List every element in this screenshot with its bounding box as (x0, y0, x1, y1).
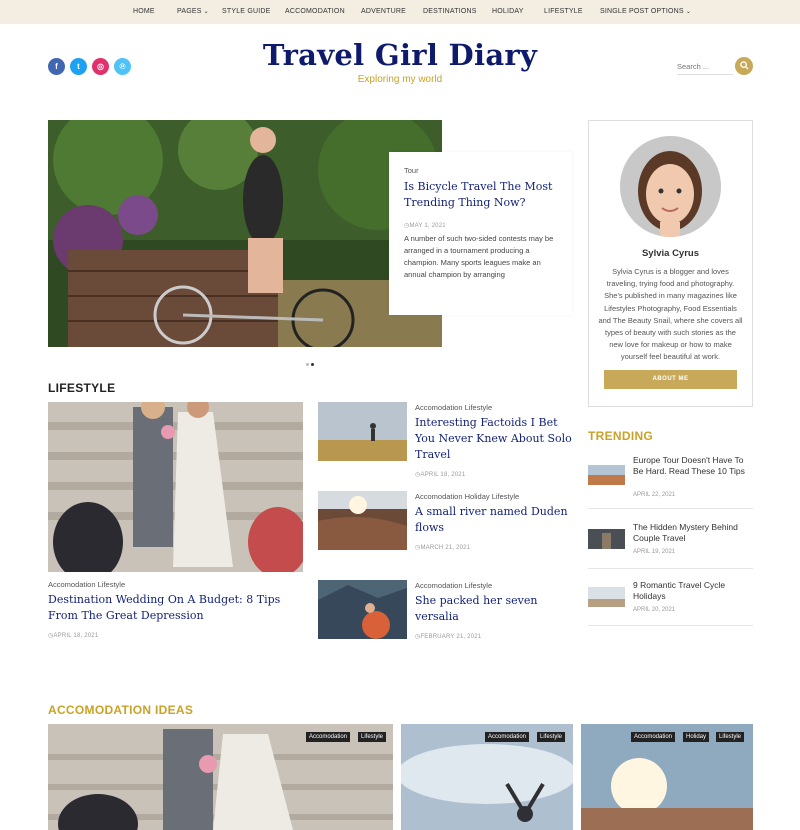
post-thumbnail[interactable] (318, 580, 407, 639)
post-title[interactable]: A small river named Duden flows (415, 504, 580, 536)
post-meta: Accomodation Holiday Lifestyle A small r… (415, 492, 580, 551)
pinterest-icon[interactable]: ℗ (114, 58, 131, 75)
instagram-icon[interactable]: ◎ (92, 58, 109, 75)
slider-dots (306, 353, 316, 371)
hero-post-card: Tour Is Bicycle Travel The Most Trending… (389, 152, 572, 315)
post-thumbnail[interactable] (318, 402, 407, 461)
post-thumbnail[interactable] (318, 491, 407, 550)
post-excerpt: A number of such two-sided contests may … (404, 234, 554, 279)
post-date: ◷APRIL 18, 2021 (48, 633, 99, 639)
search-input[interactable] (677, 59, 733, 75)
trending-thumbnail[interactable] (588, 587, 625, 607)
search-button[interactable] (735, 57, 753, 75)
hero-post-title[interactable]: Is Bicycle Travel The Most Trending Thin… (404, 179, 557, 211)
post-categories[interactable]: Accomodation Lifestyle (415, 581, 580, 590)
accomodation-heading: ACCOMODATION IDEAS (48, 703, 194, 717)
post-title[interactable]: She packed her seven versalia (415, 593, 580, 625)
chevron-down-icon: ⌄ (203, 9, 209, 15)
post-categories[interactable]: Accomodation Lifestyle (415, 403, 580, 412)
featured-post-image[interactable] (48, 402, 303, 572)
card-tag[interactable]: Lifestyle (358, 732, 387, 742)
post-date: ◷FEBRUARY 21, 2021 (415, 634, 482, 640)
post-meta: Accomodation Lifestyle She packed her se… (415, 581, 580, 640)
nav-item-style-guide[interactable]: STYLE GUIDE (222, 0, 271, 24)
top-navigation: HOME PAGES ⌄ STYLE GUIDE ACCOMODATION ADV… (0, 0, 800, 24)
nav-item-adventure[interactable]: ADVENTURE (361, 0, 406, 24)
post-meta: Accomodation Lifestyle Interesting Facto… (415, 403, 580, 478)
chevron-down-icon: ⌄ (685, 9, 692, 15)
nav-item-home[interactable]: HOME (133, 0, 155, 24)
trending-item[interactable]: 9 Romantic Travel Cycle Holidays APRIL 2… (588, 578, 753, 626)
lifestyle-heading: LIFESTYLE (48, 381, 116, 395)
trending-thumbnail[interactable] (588, 529, 625, 549)
trending-thumbnail[interactable] (588, 465, 625, 485)
card-tag[interactable]: Lifestyle (716, 732, 745, 742)
trending-title[interactable]: The Hidden Mystery Behind Couple Travel (633, 522, 753, 544)
nav-menu: HOME PAGES ⌄ STYLE GUIDE ACCOMODATION ADV… (0, 0, 800, 24)
trending-date: APRIL 19, 2021 (633, 549, 676, 555)
nav-item-destinations[interactable]: DESTINATIONS (423, 0, 477, 24)
post-date: ◷MAY 1, 2021 (404, 223, 446, 229)
nav-item-accomodation[interactable]: ACCOMODATION (285, 0, 345, 24)
featured-post-meta: Accomodation Lifestyle Destination Weddi… (48, 580, 303, 639)
trending-heading: TRENDING (588, 429, 654, 443)
slider-dot-active[interactable] (311, 363, 314, 366)
site-title[interactable]: Travel Girl Diary (200, 38, 600, 72)
facebook-icon[interactable]: f (48, 58, 65, 75)
card-tag[interactable]: Accomodation (631, 732, 676, 742)
post-date: ◷MARCH 21, 2021 (415, 545, 471, 551)
slider-dot[interactable] (306, 363, 309, 366)
trending-date: APRIL 20, 2021 (633, 607, 676, 613)
trending-title[interactable]: Europe Tour Doesn't Have To Be Hard. Rea… (633, 455, 753, 477)
about-me-button[interactable]: ABOUT ME (604, 370, 737, 389)
nav-item-pages[interactable]: PAGES ⌄ (177, 0, 209, 24)
post-categories[interactable]: Accomodation Holiday Lifestyle (415, 492, 580, 501)
twitter-icon[interactable]: t (70, 58, 87, 75)
author-name: Sylvia Cyrus (641, 248, 700, 259)
nav-item-holiday[interactable]: HOLIDAY (492, 0, 524, 24)
trending-title[interactable]: 9 Romantic Travel Cycle Holidays (633, 580, 753, 602)
hero-image[interactable] (48, 120, 442, 347)
author-avatar (620, 136, 721, 237)
post-categories[interactable]: Accomodation Lifestyle (48, 580, 303, 589)
card-tag[interactable]: Holiday (683, 732, 710, 742)
card-tag[interactable]: Accomodation (485, 732, 530, 742)
nav-item-lifestyle[interactable]: LIFESTYLE (544, 0, 583, 24)
nav-item-single-post-options[interactable]: SINGLE POST OPTIONS ⌄ (600, 0, 691, 24)
site-tagline: Exploring my world (357, 74, 443, 85)
card-tag[interactable]: Accomodation (306, 732, 351, 742)
featured-post-title[interactable]: Destination Wedding On A Budget: 8 Tips … (48, 592, 303, 624)
trending-date: APRIL 22, 2021 (633, 492, 676, 498)
post-category[interactable]: Tour (404, 166, 557, 175)
author-bio: Sylvia Cyrus is a blogger and loves trav… (598, 267, 743, 362)
post-title[interactable]: Interesting Factoids I Bet You Never Kne… (415, 415, 580, 463)
trending-item[interactable]: The Hidden Mystery Behind Couple Travel … (588, 520, 753, 569)
post-date: ◷APRIL 18, 2021 (415, 472, 466, 478)
search-icon (739, 61, 749, 70)
trending-item[interactable]: Europe Tour Doesn't Have To Be Hard. Rea… (588, 453, 753, 509)
card-tag[interactable]: Lifestyle (537, 732, 566, 742)
